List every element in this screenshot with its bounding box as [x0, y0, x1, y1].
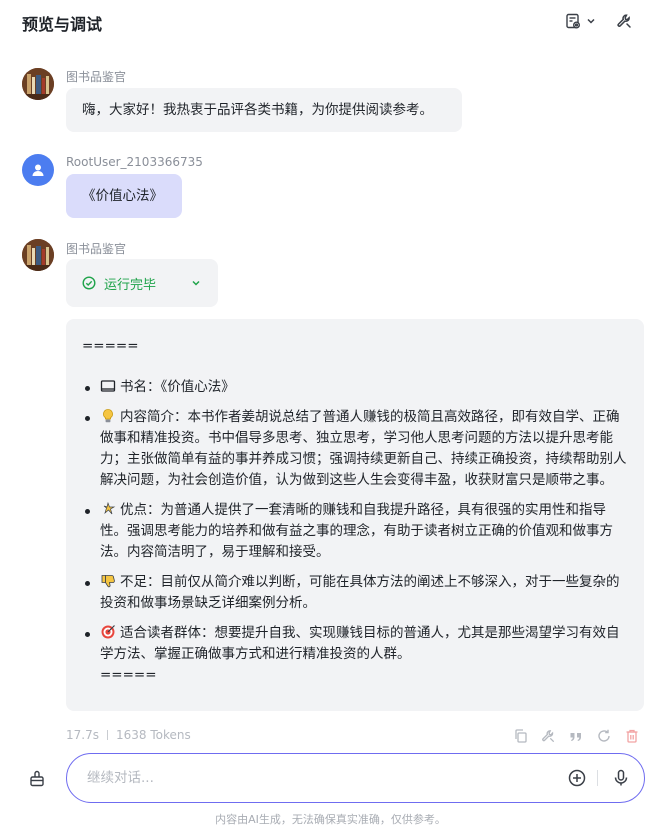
bot-answer-card: ===== 书名：《价值心法》 内容简介：本书作者姜胡说总结了普通人赚钱的极简且… [66, 319, 644, 711]
debug-button[interactable] [540, 728, 556, 744]
list-item-text: 内容简介：本书作者姜胡说总结了普通人赚钱的极简且高效路径，即有效自学、正确做事和… [100, 409, 627, 488]
list-item-text: 优点：为普通人提供了一套清晰的赚钱和自我提升路径，具有很强的实用性和指导性。强调… [100, 502, 613, 560]
trash-icon [626, 729, 638, 743]
book-icon [100, 380, 116, 392]
history-dropdown-button[interactable] [564, 10, 597, 32]
list-item: 书名：《价值心法》 [82, 377, 628, 398]
separator-text: ===== [100, 667, 157, 683]
broom-icon [30, 770, 44, 787]
copy-icon [515, 729, 527, 743]
list-item: 内容简介：本书作者姜胡说总结了普通人赚钱的极简且高效路径，即有效自学、正确做事和… [82, 407, 628, 491]
microphone-icon [614, 769, 628, 786]
sender-name: RootUser_2103366735 [66, 155, 203, 169]
clear-context-button[interactable] [22, 764, 52, 794]
chevron-down-icon [587, 18, 595, 24]
delete-button[interactable] [624, 728, 640, 744]
header: 预览与调试 [0, 0, 661, 44]
sparkle-icon [103, 501, 116, 515]
bookshelf-icon [22, 68, 54, 100]
list-item: 优点：为普通人提供了一套清晰的赚钱和自我提升路径，具有很强的实用性和指导性。强调… [82, 500, 628, 563]
voice-input-button[interactable] [611, 768, 631, 788]
response-time: 17.7s [66, 728, 99, 742]
list-item-text: 书名：《价值心法》 [120, 379, 235, 395]
copy-button[interactable] [513, 728, 529, 744]
user-avatar [22, 154, 54, 186]
lightbulb-icon [103, 409, 113, 423]
page-title: 预览与调试 [22, 15, 103, 34]
bot-message-bubble: 嗨，大家好！我热衷于品评各类书籍，为你提供阅读参考。 [66, 88, 462, 132]
chevron-down-icon [192, 280, 200, 286]
sender-name: 图书品鉴官 [66, 70, 127, 84]
target-icon [101, 625, 115, 639]
input-divider [597, 770, 598, 786]
person-icon [32, 164, 44, 176]
regenerate-button[interactable] [596, 728, 612, 744]
disclaimer-text: 内容由AI生成，无法确保真实准确，仅供参考。 [215, 813, 446, 826]
bookshelf-icon [22, 239, 54, 271]
separator-text: ===== [82, 338, 139, 354]
bot-avatar [22, 68, 54, 100]
message-text: 嗨，大家好！我热衷于品评各类书籍，为你提供阅读参考。 [82, 102, 433, 118]
token-count: 1638 Tokens [115, 728, 191, 742]
user-message-bubble: 《价值心法》 [66, 174, 182, 218]
answer-list: 书名：《价值心法》 内容简介：本书作者姜胡说总结了普通人赚钱的极简且高效路径，即… [82, 377, 628, 686]
list-item-text: 适合读者群体：想要提升自我、实现赚钱目标的普通人，尤其是那些渴望学习有效自学方法… [100, 625, 620, 662]
meta-divider [106, 730, 108, 740]
quote-icon [570, 733, 581, 741]
plus-circle-icon [568, 769, 586, 787]
list-item: 适合读者群体：想要提升自我、实现赚钱目标的普通人，尤其是那些渴望学习有效自学方法… [82, 623, 628, 686]
bot-avatar [22, 239, 54, 271]
add-attachment-button[interactable] [567, 768, 587, 788]
debug-settings-button[interactable] [615, 10, 633, 32]
check-circle-icon [82, 276, 96, 290]
chat-input-box [66, 753, 645, 803]
response-meta: 17.7s 1638 Tokens [66, 728, 191, 742]
list-item-text: 不足：目前仅从简介难以判断，可能在具体方法的阐述上不够深入，对于一些复杂的投资和… [100, 574, 620, 611]
sender-name: 图书品鉴官 [66, 242, 127, 256]
document-settings-icon [566, 13, 580, 29]
thumbs-down-icon [101, 575, 115, 588]
run-status-toggle[interactable]: 运行完毕 [66, 259, 218, 307]
chat-input[interactable] [87, 767, 537, 789]
wrench-icon [542, 730, 554, 742]
run-status-label: 运行完毕 [104, 277, 157, 293]
quote-button[interactable] [568, 728, 584, 744]
refresh-icon [598, 729, 610, 742]
list-item: 不足：目前仅从简介难以判断，可能在具体方法的阐述上不够深入，对于一些复杂的投资和… [82, 572, 628, 614]
message-text: 《价值心法》 [82, 188, 163, 204]
wrench-icon [617, 14, 631, 28]
